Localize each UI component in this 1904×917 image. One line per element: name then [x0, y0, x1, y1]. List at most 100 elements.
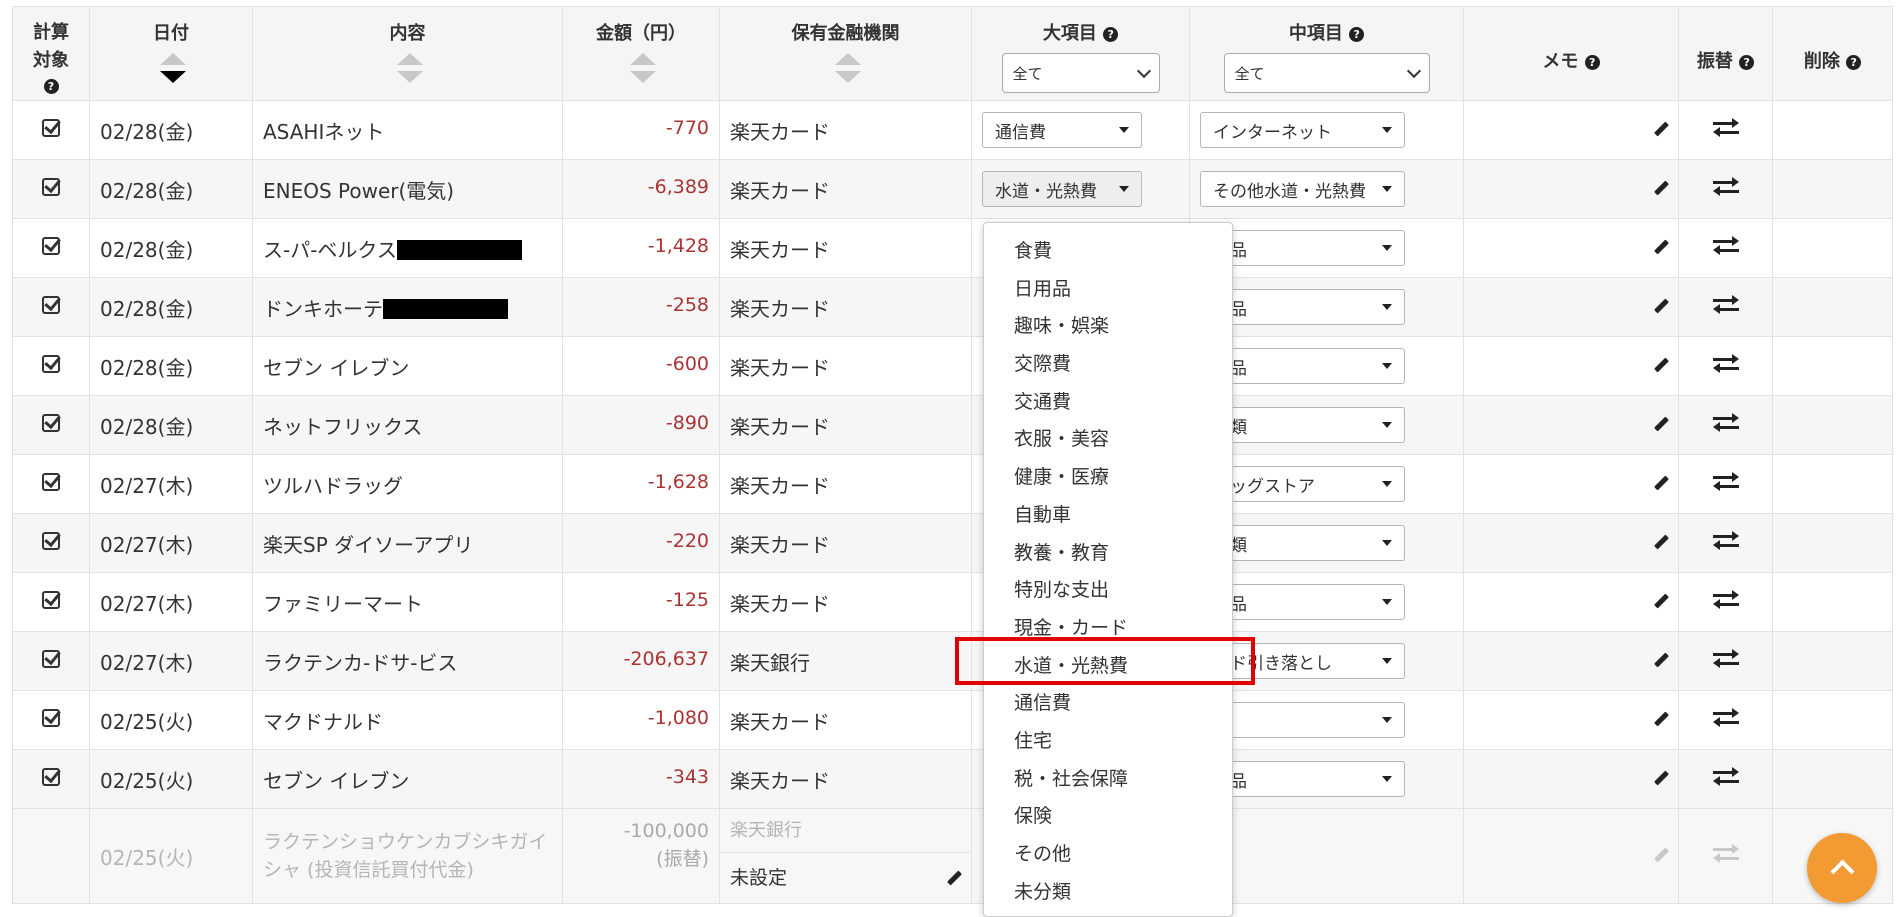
memo-cell	[1463, 631, 1679, 691]
dropdown-item[interactable]: 健康・医療	[984, 459, 1232, 497]
dropdown-item[interactable]: 日用品	[984, 271, 1232, 309]
middle-filter-select[interactable]: 全て	[1223, 53, 1430, 93]
header-amount[interactable]: 金額（円）	[562, 6, 720, 101]
institution-cell: 楽天銀行 未設定	[719, 808, 972, 904]
transfer-icon[interactable]	[1712, 531, 1739, 550]
calc-checkbox[interactable]	[42, 473, 60, 491]
calc-checkbox[interactable]	[42, 355, 60, 373]
dropdown-item[interactable]: 教養・教育	[984, 535, 1232, 573]
date-cell: 02/28(金)	[89, 277, 253, 337]
header-amount-label: 金額（円）	[596, 23, 686, 44]
calc-checkbox[interactable]	[42, 237, 60, 255]
header-content[interactable]: 内容	[252, 6, 563, 101]
dropdown-item[interactable]: 未分類	[984, 874, 1232, 912]
transfer-icon[interactable]	[1712, 413, 1739, 432]
dropdown-item[interactable]: 通信費	[984, 685, 1232, 723]
date-cell: 02/27(木)	[89, 631, 253, 691]
pencil-icon[interactable]	[1654, 475, 1669, 491]
middle-select[interactable]: その他水道・光熱費	[1200, 171, 1405, 207]
amount-cell: -125	[562, 572, 720, 632]
dropdown-item[interactable]: 交際費	[984, 346, 1232, 384]
major-cell: 水道・光熱費	[971, 159, 1190, 219]
help-icon[interactable]: ?	[1584, 55, 1600, 70]
dropdown-item[interactable]: その他	[984, 836, 1232, 874]
pencil-icon[interactable]	[1654, 180, 1669, 196]
calc-cell	[12, 277, 90, 337]
pencil-icon[interactable]	[1654, 534, 1669, 550]
help-icon[interactable]: ?	[43, 79, 59, 94]
calc-checkbox[interactable]	[42, 119, 60, 137]
middle-select[interactable]: インターネット	[1200, 112, 1405, 148]
pencil-icon[interactable]	[947, 870, 962, 885]
dropdown-item[interactable]: 交通費	[984, 384, 1232, 422]
calc-checkbox[interactable]	[42, 178, 60, 196]
calc-checkbox[interactable]	[42, 414, 60, 432]
dropdown-item[interactable]: 保険	[984, 798, 1232, 836]
dropdown-item[interactable]: 趣味・娯楽	[984, 308, 1232, 346]
pencil-icon[interactable]	[1654, 121, 1669, 137]
dropdown-item[interactable]: 衣服・美容	[984, 421, 1232, 459]
pencil-icon[interactable]	[1654, 357, 1669, 373]
dropdown-item[interactable]: 特別な支出	[984, 572, 1232, 610]
content-cell: セブン イレブン	[252, 336, 563, 396]
pencil-icon[interactable]	[1654, 847, 1669, 863]
delete-cell	[1772, 336, 1893, 396]
help-icon[interactable]: ?	[1103, 27, 1119, 42]
header-major: 大項目 ? 全て	[971, 6, 1190, 101]
pencil-icon[interactable]	[1654, 593, 1669, 609]
scroll-top-button[interactable]	[1807, 833, 1877, 903]
content-text: セブン イレブン	[263, 768, 410, 793]
dropdown-item[interactable]: 住宅	[984, 723, 1232, 761]
sort-icon[interactable]	[160, 53, 186, 89]
pencil-icon[interactable]	[1654, 416, 1669, 432]
transfer-icon[interactable]	[1712, 649, 1739, 668]
institution-to-field[interactable]: 未設定	[721, 853, 971, 903]
memo-cell	[1463, 159, 1679, 219]
sort-icon[interactable]	[396, 53, 423, 89]
table-row: 02/28(金) ASAHIネット -770 楽天カード 通信費 インターネット	[12, 100, 1893, 160]
sort-icon[interactable]	[834, 53, 861, 89]
calc-checkbox[interactable]	[42, 650, 60, 668]
dropdown-item[interactable]: 自動車	[984, 497, 1232, 535]
pencil-icon[interactable]	[1654, 711, 1669, 727]
transfer-icon[interactable]	[1712, 236, 1739, 255]
help-icon[interactable]: ?	[1739, 55, 1755, 70]
calc-checkbox[interactable]	[42, 532, 60, 550]
pencil-icon[interactable]	[1654, 298, 1669, 314]
content-text: マクドナルド	[263, 709, 383, 734]
dropdown-item[interactable]: 税・社会保障	[984, 761, 1232, 799]
content-text: ドンキホーテ	[263, 296, 383, 321]
transfer-icon[interactable]	[1712, 844, 1739, 863]
transfer-icon[interactable]	[1712, 118, 1739, 137]
help-icon[interactable]: ?	[1349, 27, 1365, 42]
transfer-icon[interactable]	[1712, 295, 1739, 314]
pencil-icon[interactable]	[1654, 770, 1669, 786]
memo-cell	[1463, 336, 1679, 396]
delete-cell	[1772, 513, 1893, 573]
pencil-icon[interactable]	[1654, 239, 1669, 255]
table-row: 02/28(金) ENEOS Power(電気) -6,389 楽天カード 水道…	[12, 159, 1893, 219]
calc-cell	[12, 749, 90, 809]
major-filter-select[interactable]: 全て	[1001, 53, 1160, 93]
amount-cell: -890	[562, 395, 720, 455]
dropdown-item[interactable]: 食費	[984, 233, 1232, 271]
help-icon[interactable]: ?	[1846, 55, 1862, 70]
header-date[interactable]: 日付	[89, 6, 253, 101]
transfer-icon[interactable]	[1712, 472, 1739, 491]
calc-checkbox[interactable]	[42, 709, 60, 727]
major-select[interactable]: 水道・光熱費	[982, 171, 1142, 207]
calc-checkbox[interactable]	[42, 768, 60, 786]
transfer-icon[interactable]	[1712, 177, 1739, 196]
header-institution[interactable]: 保有金融機関	[719, 6, 972, 101]
calc-checkbox[interactable]	[42, 591, 60, 609]
major-category-dropdown[interactable]: 食費 日用品 趣味・娯楽 交際費 交通費 衣服・美容 健康・医療 自動車 教養・教育 特別な支出現…	[983, 222, 1233, 917]
sort-icon[interactable]	[630, 53, 656, 89]
transfer-icon[interactable]	[1712, 590, 1739, 609]
transfer-icon[interactable]	[1712, 767, 1739, 786]
transfer-icon[interactable]	[1712, 708, 1739, 727]
pencil-icon[interactable]	[1654, 652, 1669, 668]
institution-cell: 楽天カード	[719, 690, 972, 750]
major-select[interactable]: 通信費	[982, 112, 1142, 148]
calc-checkbox[interactable]	[42, 296, 60, 314]
transfer-icon[interactable]	[1712, 354, 1739, 373]
